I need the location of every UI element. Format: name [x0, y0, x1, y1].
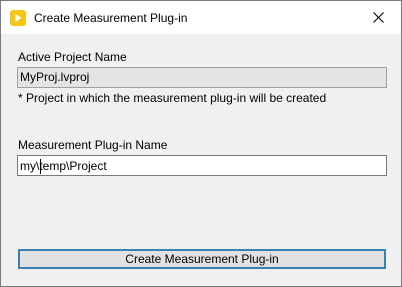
project-note: * Project in which the measurement plug-… — [18, 91, 327, 105]
plugin-name-label: Measurement Plug-in Name — [18, 138, 168, 152]
close-button[interactable] — [355, 1, 401, 34]
dialog-window: Create Measurement Plug-in Active Projec… — [0, 0, 402, 287]
close-icon — [372, 12, 384, 23]
plugin-name-input[interactable] — [17, 155, 387, 176]
active-project-field: MyProj.lvproj — [17, 67, 387, 88]
create-plugin-button[interactable]: Create Measurement Plug-in — [18, 249, 386, 269]
title-bar[interactable]: Create Measurement Plug-in — [1, 1, 401, 34]
app-icon — [10, 10, 26, 26]
window-title: Create Measurement Plug-in — [34, 11, 188, 25]
active-project-label: Active Project Name — [18, 50, 127, 64]
text-caret — [40, 159, 41, 174]
